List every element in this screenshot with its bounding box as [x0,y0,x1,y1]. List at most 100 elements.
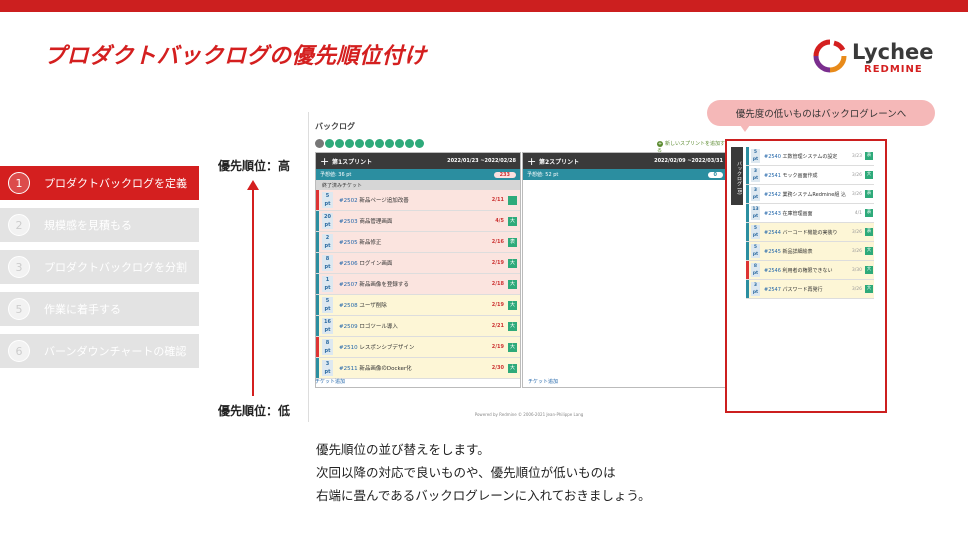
plus-icon[interactable]: + [320,155,332,168]
avatar[interactable] [385,139,394,148]
avatar[interactable] [395,139,404,148]
ticket-card[interactable]: 20 pt #2503 商品管理画面 4/5 大 [316,211,520,232]
callout-tail [740,125,750,132]
story-points: 8 pt [751,263,760,277]
avatar[interactable] [355,139,364,148]
add-ticket-link[interactable]: チケット追加 [315,378,345,385]
backlog-ticket[interactable]: 8 pt #2546 利用者の権限できない 3/30 大 [746,261,874,280]
ticket-id[interactable]: #2505 [339,240,358,246]
avatar[interactable] [345,139,354,148]
sprint-estimate: 予想値: 52 pt [527,172,559,178]
ticket-title[interactable]: #2510 レスポンシブデザイン [339,343,414,351]
ticket-id[interactable]: #2508 [339,303,358,309]
ticket-id[interactable]: #2540 [764,154,781,160]
page-footer: Powered by Redmine © 2006-2021 Jean-Phil… [474,412,584,417]
ticket-id[interactable]: #2507 [339,282,358,288]
ticket-id[interactable]: #2541 [764,173,781,179]
ticket-card[interactable]: 8 pt #2506 ログイン画面 2/19 大 [316,253,520,274]
backlog-ticket[interactable]: 5 pt #2540 工数管理システムの設定 3/23 表 [746,147,874,166]
assignee-tag [508,195,517,205]
backlog-ticket[interactable]: 3 pt #2547 パスワード再発行 3/26 大 [746,280,874,299]
assignee-tag: 大 [508,321,517,331]
ticket-card[interactable]: 8 pt #2510 レスポンシブデザイン 2/19 大 [316,337,520,358]
step-item[interactable]: 5 作業に着手する [0,292,199,326]
assignee-tag: 大 [508,342,517,352]
priority-edge [316,316,319,336]
callout-bubble: 優先度の低いものはバックログレーンへ [707,100,935,126]
story-points: 1 pt [322,276,333,292]
backlog-ticket[interactable]: 5 pt #2545 新品詳細絵表 3/26 大 [746,242,874,261]
ticket-card[interactable]: 5 pt #2508 ユーザ削除 2/19 大 [316,295,520,316]
lychee-logo-icon [813,39,847,73]
ticket-card[interactable]: 2 pt #2505 新品修正 2/16 表 [316,232,520,253]
ticket-title[interactable]: #2546 利用者の権限できない [764,267,833,274]
ticket-card[interactable]: 3 pt #2511 新品画像のDocker化 2/30 大 [316,358,520,379]
avatar[interactable] [365,139,374,148]
ticket-id[interactable]: #2502 [339,198,358,204]
step-item[interactable]: 6 バーンダウンチャートの確認 [0,334,199,368]
ticket-id[interactable]: #2509 [339,324,358,330]
done-tickets-toggle[interactable]: 終了済みチケット [316,180,520,190]
backlog-screenshot: バックログ 新しいスプリントを追加する + 第1スプリント 2022/01/23… [308,112,728,422]
ticket-title[interactable]: #2540 工数管理システムの設定 [764,153,837,160]
ticket-id[interactable]: #2547 [764,287,781,293]
priority-edge [316,295,319,315]
ticket-id[interactable]: #2510 [339,345,358,351]
ticket-title[interactable]: #2505 新品修正 [339,238,381,246]
ticket-id[interactable]: #2543 [764,211,781,217]
ticket-id[interactable]: #2546 [764,268,781,274]
ticket-card[interactable]: 5 pt #2502 新品ページ追加改善 2/11 [316,190,520,211]
member-avatars [315,139,424,148]
story-points: 5 pt [322,192,333,208]
add-ticket-link[interactable]: チケット追加 [522,378,558,385]
ticket-title[interactable]: #2541 モック画面作成 [764,172,818,179]
ticket-title[interactable]: #2509 ロゴツール導入 [339,322,398,330]
story-points: 8 pt [322,255,333,271]
ticket-title[interactable]: #2544 バーコード機能の実装り [764,229,838,236]
ticket-title[interactable]: #2508 ユーザ削除 [339,301,387,309]
step-item[interactable]: 2 規模感を見積もる [0,208,199,242]
priority-edge [746,223,749,241]
avatar[interactable] [335,139,344,148]
backlog-ticket[interactable]: 5 pt #2544 バーコード機能の実装り 3/26 表 [746,223,874,242]
ticket-title[interactable]: #2542 業務システムRedmine組 込 [764,191,846,198]
assignee-tag: 表 [865,228,873,236]
step-item[interactable]: 1 プロダクトバックログを定義 [0,166,199,200]
avatar[interactable] [415,139,424,148]
ticket-title[interactable]: #2545 新品詳細絵表 [764,248,813,255]
ticket-title[interactable]: #2543 在庫管理画面 [764,210,813,217]
avatar[interactable] [375,139,384,148]
sprint-2-lane: + 第2スプリント 2022/02/09 ~2022/03/31 予想値: 52… [522,152,728,388]
ticket-card[interactable]: 1 pt #2507 新品画像を登録する 2/18 大 [316,274,520,295]
ticket-due: 3/30 [851,267,862,273]
ticket-id[interactable]: #2545 [764,249,781,255]
ticket-title[interactable]: #2502 新品ページ追加改善 [339,196,409,204]
ticket-title[interactable]: #2547 パスワード再発行 [764,286,823,293]
ticket-id[interactable]: #2503 [339,219,358,225]
ticket-title[interactable]: #2503 商品管理画面 [339,217,392,225]
avatar[interactable] [315,139,324,148]
plus-icon[interactable]: + [527,155,539,168]
priority-edge [316,358,319,378]
ticket-title[interactable]: #2506 ログイン画面 [339,259,392,267]
ticket-title[interactable]: #2507 新品画像を登録する [339,280,409,288]
avatar[interactable] [325,139,334,148]
ticket-id[interactable]: #2511 [339,366,358,372]
step-number: 3 [8,256,30,278]
ticket-title[interactable]: #2511 新品画像のDocker化 [339,364,412,372]
backlog-ticket[interactable]: 3 pt #2541 モック画面作成 3/26 大 [746,166,874,185]
story-points: 16 pt [322,318,333,334]
ticket-due: 4/5 [495,218,504,224]
avatar[interactable] [405,139,414,148]
top-accent-bar [0,0,968,12]
ticket-id[interactable]: #2506 [339,261,358,267]
step-item[interactable]: 3 プロダクトバックログを分割 [0,250,199,284]
ticket-id[interactable]: #2542 [764,192,781,198]
ticket-card[interactable]: 16 pt #2509 ロゴツール導入 2/21 大 [316,316,520,337]
backlog-ticket[interactable]: 3 pt #2542 業務システムRedmine組 込 3/26 表 [746,185,874,204]
ticket-id[interactable]: #2544 [764,230,781,236]
backlog-lane-label[interactable]: バックログ (8) [731,147,743,205]
backlog-ticket[interactable]: 13 pt #2543 在庫管理画面 4/1 表 [746,204,874,223]
ticket-due: 2/19 [491,260,504,266]
priority-low-label: 優先順位：低 [218,404,291,418]
